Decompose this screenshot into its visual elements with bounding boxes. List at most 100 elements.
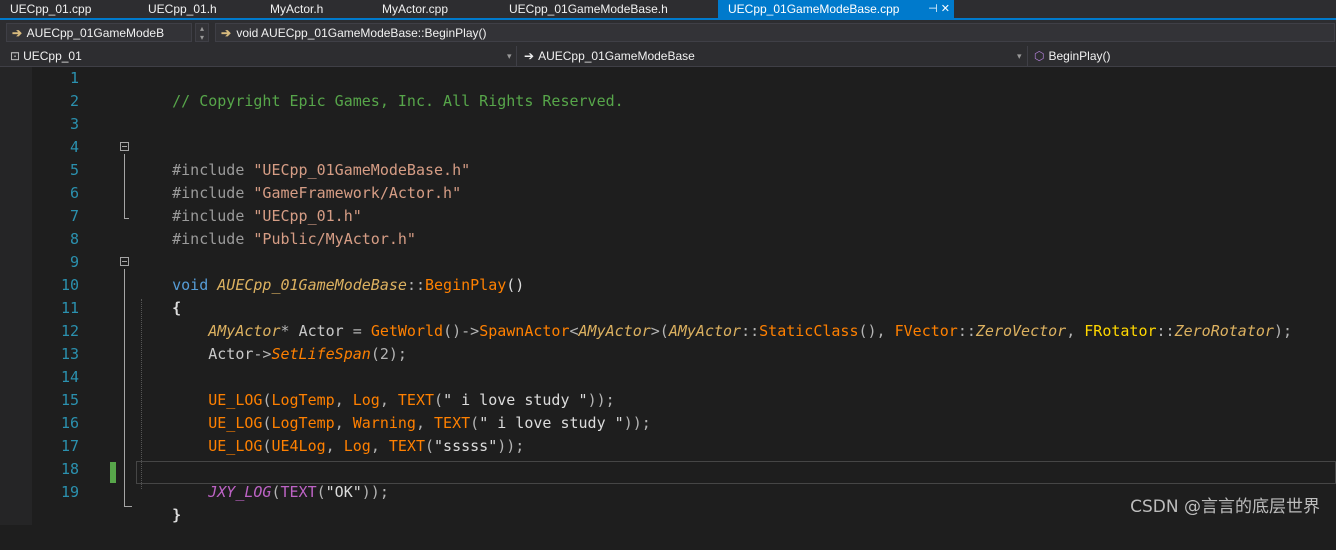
tab-myactor-h[interactable]: MyActor.h <box>260 0 362 18</box>
type-token: AMyActor <box>668 322 742 340</box>
fold-guide-end <box>124 506 132 507</box>
string-token: "Public/MyActor.h" <box>253 230 416 248</box>
class-dropdown[interactable]: ➔ AUECpp_01GameModeBase <box>524 47 695 65</box>
function-label: BeginPlay() <box>1048 49 1111 63</box>
line-number: 5 <box>69 161 79 179</box>
tab-uecpp-01-cpp[interactable]: UECpp_01.cpp <box>0 0 128 18</box>
line-number: 2 <box>69 92 79 110</box>
method-icon: ⬡ <box>1034 49 1045 63</box>
line-number: 9 <box>69 253 79 271</box>
tab-uecpp-01-h[interactable]: UECpp_01.h <box>138 0 252 18</box>
identifier-token: Log <box>343 437 371 455</box>
watermark: CSDN @言言的底层世界 <box>1130 497 1320 517</box>
type-token: FVector <box>894 322 958 340</box>
tab-uecpp-01gamemodebase-h[interactable]: UECpp_01GameModeBase.h <box>499 0 709 18</box>
operator-token: < <box>569 322 579 340</box>
tab-label: UECpp_01GameModeBase.cpp <box>728 2 900 16</box>
brace-token: } <box>172 506 182 524</box>
operator-token: -> <box>253 345 272 363</box>
scope-spinner[interactable]: ▴ ▾ <box>195 23 209 42</box>
navigation-bar: ➔ AUECpp_01GameModeB ▴ ▾ ➔ void AUECpp_01… <box>0 20 1336 46</box>
member-token: ZeroRotator <box>1174 322 1274 340</box>
operator-token: ( <box>316 483 326 501</box>
identifier-token: UE4Log <box>271 437 326 455</box>
tab-uecpp-01gamemodebase-cpp[interactable]: UECpp_01GameModeBase.cpp ⊣ ✕ <box>718 0 954 18</box>
line-number: 3 <box>69 115 79 133</box>
arrow-icon: ➔ <box>220 26 232 40</box>
macro-token: UE_LOG <box>208 437 263 455</box>
arrow-icon: ➔ <box>524 49 535 63</box>
string-token: "sssss" <box>434 437 498 455</box>
type-token: AMyActor <box>578 322 651 340</box>
code-line[interactable]: } <box>136 481 181 550</box>
operator-token: :: <box>1156 322 1175 340</box>
divider <box>1027 46 1028 66</box>
member-combo[interactable]: ➔ void AUECpp_01GameModeBase::BeginPlay(… <box>215 23 1335 42</box>
operator-token: )); <box>497 437 525 455</box>
operator-token: (2); <box>370 345 407 363</box>
class-token: AUECpp_01GameModeBase <box>217 276 407 294</box>
preprocessor-token: #include <box>172 230 245 248</box>
macro-token: TEXT <box>280 483 317 501</box>
line-number: 19 <box>60 483 79 501</box>
project-icon: ⊡ <box>10 49 21 63</box>
document-tab-strip: UECpp_01.cpp UECpp_01.h MyActor.h MyActo… <box>0 0 1336 20</box>
scope-navigation-bar: ⊡ UECpp_01 ▾ ➔ AUECpp_01GameModeBase ▾ ⬡ Be… <box>0 46 1336 67</box>
operator-token: , <box>325 437 344 455</box>
line-number: 12 <box>60 322 79 340</box>
operator-token: ()-> <box>443 322 480 340</box>
function-token: BeginPlay <box>425 276 507 294</box>
class-label: AUECpp_01GameModeBase <box>538 49 695 63</box>
variable-token: Actor <box>208 345 254 363</box>
line-number: 10 <box>60 276 79 294</box>
tab-label: UECpp_01.cpp <box>10 2 92 16</box>
operator-token: , <box>1066 322 1085 340</box>
string-token: "OK" <box>325 483 362 501</box>
macro-token: TEXT <box>388 437 425 455</box>
macro-token: JXY_LOG <box>208 483 272 501</box>
collapse-toggle-icon[interactable] <box>120 142 129 151</box>
tab-pin-close-controls[interactable]: ⊣ ✕ <box>928 0 950 18</box>
operator-token: , <box>370 437 389 455</box>
chevron-down-icon[interactable]: ▾ <box>1017 47 1022 65</box>
operator-token: :: <box>957 322 976 340</box>
operator-token: )); <box>623 414 651 432</box>
line-number: 11 <box>60 299 79 317</box>
divider <box>516 46 517 66</box>
tab-label: UECpp_01GameModeBase.h <box>509 2 668 16</box>
operator-token: ( <box>425 437 435 455</box>
punctuation-token: () <box>506 276 525 294</box>
operator-token: :: <box>406 276 425 294</box>
class-scope-value: AUECpp_01GameModeB <box>26 26 165 40</box>
class-scope-combo[interactable]: ➔ AUECpp_01GameModeB <box>6 23 192 42</box>
function-token: SetLifeSpan <box>271 345 371 363</box>
chevron-down-icon[interactable]: ▾ <box>507 47 512 65</box>
tab-label: MyActor.h <box>270 2 324 16</box>
line-number: 18 <box>60 460 79 478</box>
function-dropdown[interactable]: ⬡ BeginPlay() <box>1034 47 1111 65</box>
operator-token: :: <box>741 322 760 340</box>
line-number: 1 <box>69 69 79 87</box>
tab-label: UECpp_01.h <box>148 2 217 16</box>
tab-myactor-cpp[interactable]: MyActor.cpp <box>372 0 494 18</box>
line-number: 13 <box>60 345 79 363</box>
operator-token: (), <box>858 322 895 340</box>
operator-token: >( <box>650 322 669 340</box>
comment-token: // Copyright Epic Games, Inc. All Rights… <box>172 92 624 110</box>
line-number: 16 <box>60 414 79 432</box>
code-editor[interactable]: 1 2 3 4 5 6 7 8 9 10 11 12 13 14 15 16 1… <box>0 67 1336 525</box>
line-number: 6 <box>69 184 79 202</box>
operator-token: )); <box>361 483 389 501</box>
line-number: 8 <box>69 230 79 248</box>
code-line[interactable]: // Copyright Epic Games, Inc. All Rights… <box>136 67 624 136</box>
line-number: 15 <box>60 391 79 409</box>
member-token: ZeroVector <box>975 322 1067 340</box>
project-dropdown[interactable]: ⊡ UECpp_01 <box>10 47 82 65</box>
function-token: SpawnActor <box>479 322 570 340</box>
function-token: StaticClass <box>759 322 859 340</box>
arrow-icon: ➔ <box>11 26 23 40</box>
collapse-toggle-icon[interactable] <box>120 257 129 266</box>
